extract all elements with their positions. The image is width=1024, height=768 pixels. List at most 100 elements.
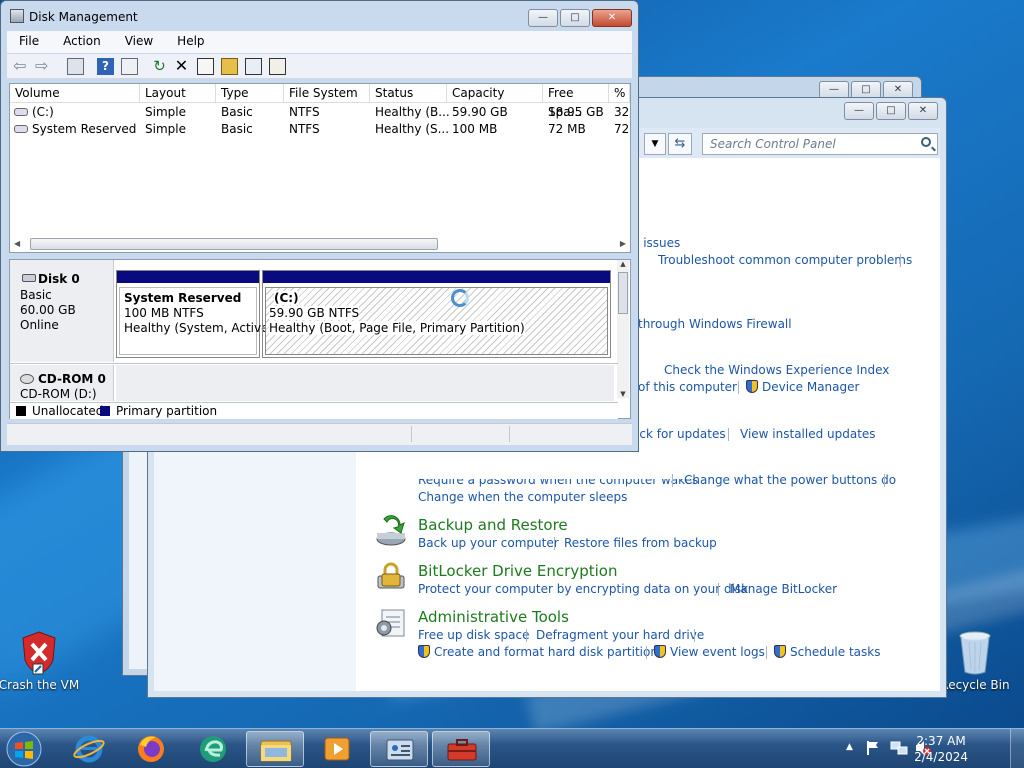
search-icon[interactable] xyxy=(921,137,931,147)
link-create-partitions[interactable]: Create and format hard disk partitions xyxy=(418,645,664,659)
scroll-down-icon[interactable]: ▼ xyxy=(617,390,629,398)
link-password-wakes[interactable]: Require a password when the computer wak… xyxy=(418,479,698,487)
forward-icon[interactable]: ⇨ xyxy=(35,58,52,75)
link-defragment[interactable]: Defragment your hard drive xyxy=(536,628,704,642)
link-schedule-tasks[interactable]: Schedule tasks xyxy=(774,645,880,659)
show-desktop-button[interactable] xyxy=(1010,729,1024,768)
column-header-percent-free[interactable]: % F xyxy=(609,84,630,103)
scrollbar-thumb[interactable] xyxy=(30,238,438,250)
clock-date: 2/4/2024 xyxy=(914,750,968,764)
link-free-up-disk[interactable]: Free up disk space xyxy=(418,628,530,642)
link-back-up[interactable]: Back up your computer xyxy=(418,536,559,550)
link-protect-computer[interactable]: Protect your computer by encrypting data… xyxy=(418,582,748,596)
desktop-icon-crash-vm[interactable]: Crash the VM xyxy=(0,630,80,692)
column-header-volume[interactable]: Volume xyxy=(10,84,140,103)
link-issues[interactable]: e issues xyxy=(632,236,680,250)
link-experience-index[interactable]: Check the Windows Experience Index xyxy=(664,363,889,377)
bitlocker-icon xyxy=(374,560,408,594)
uac-shield-icon xyxy=(654,645,666,658)
firefox-icon xyxy=(138,736,164,762)
network-icon[interactable] xyxy=(890,740,908,756)
link-sleep[interactable]: Change when the computer sleeps xyxy=(418,490,627,504)
properties-page-icon[interactable] xyxy=(197,58,214,75)
column-header-free-space[interactable]: Free Spa... xyxy=(543,84,609,119)
taskbar-control-panel[interactable] xyxy=(370,731,428,767)
taskbar-media-player[interactable] xyxy=(308,731,366,767)
horizontal-scrollbar[interactable]: ◀ ▶ xyxy=(14,237,626,251)
disk-management-window[interactable]: Disk Management — □ ✕ File Action View H… xyxy=(0,0,639,452)
taskbar-computer-management[interactable] xyxy=(432,731,490,767)
link-troubleshoot[interactable]: Troubleshoot common computer problems xyxy=(658,253,912,267)
cdrom-0-label[interactable]: CD-ROM 0 CD-ROM (D:) xyxy=(10,365,114,401)
menu-view[interactable]: View xyxy=(113,31,165,53)
folder-icon xyxy=(260,740,292,762)
partition-system-reserved[interactable]: System Reserved 100 MB NTFS Healthy (Sys… xyxy=(116,270,272,358)
link-firewall[interactable]: through Windows Firewall xyxy=(638,317,792,331)
link-manage-bitlocker[interactable]: Manage BitLocker xyxy=(730,582,837,596)
link-view-updates[interactable]: View installed updates xyxy=(740,427,876,441)
search-input[interactable]: Search Control Panel xyxy=(702,133,938,155)
taskbar: ▲ 2:37 AM 2/4/2024 xyxy=(0,728,1024,768)
properties-icon[interactable] xyxy=(121,58,138,75)
vertical-scrollbar[interactable]: ▲ ▼ xyxy=(617,260,629,398)
column-header-layout[interactable]: Layout xyxy=(140,84,216,103)
open-folder-icon[interactable] xyxy=(221,58,238,75)
column-header-file-system[interactable]: File System xyxy=(284,84,370,103)
back-icon[interactable]: ⇦ xyxy=(13,58,30,75)
delete-icon[interactable]: ✕ xyxy=(173,58,190,75)
uac-shield-icon xyxy=(418,645,430,658)
settings-icon[interactable] xyxy=(269,58,286,75)
menu-help[interactable]: Help xyxy=(165,31,216,53)
address-dropdown-button[interactable]: ▼ xyxy=(644,133,666,155)
maximize-button[interactable]: □ xyxy=(876,102,906,120)
column-header-type[interactable]: Type xyxy=(216,84,284,103)
taskbar-firefox[interactable] xyxy=(122,731,180,767)
taskbar-edge[interactable] xyxy=(184,731,242,767)
scroll-right-icon[interactable]: ▶ xyxy=(620,239,626,248)
section-title-bitlocker[interactable]: BitLocker Drive Encryption xyxy=(418,562,617,580)
link-device-manager[interactable]: Device Manager xyxy=(746,380,859,394)
help-icon[interactable]: ? xyxy=(97,58,114,75)
menu-action[interactable]: Action xyxy=(51,31,113,53)
drive-icon xyxy=(14,125,28,133)
taskbar-internet-explorer[interactable] xyxy=(60,731,118,767)
action-center-flag-icon[interactable] xyxy=(866,740,880,756)
busy-cursor-icon xyxy=(451,289,469,307)
scrollbar-thumb[interactable] xyxy=(618,272,628,314)
section-title-admin-tools[interactable]: Administrative Tools xyxy=(418,608,569,626)
legend-unallocated-swatch xyxy=(16,406,26,416)
start-button[interactable] xyxy=(4,730,44,768)
partition-c-drive[interactable]: (C:) 59.90 GB NTFS Healthy (Boot, Page F… xyxy=(262,270,611,358)
system-clock[interactable]: 2:37 AM 2/4/2024 xyxy=(914,733,968,765)
disk-0-label[interactable]: Disk 0 Basic 60.00 GB Online xyxy=(10,260,114,362)
show-hidden-icons-icon[interactable]: ▲ xyxy=(846,742,853,752)
media-player-icon xyxy=(324,737,350,761)
minimize-button[interactable]: — xyxy=(528,9,558,27)
maximize-button[interactable]: □ xyxy=(560,9,590,27)
disk-graphical-view: Disk 0 Basic 60.00 GB Online System Rese… xyxy=(9,259,631,419)
link-check-updates[interactable]: eck for updates xyxy=(632,427,726,441)
toolbar: ⇦ ⇨ ? ↻ ✕ xyxy=(7,54,632,79)
menu-file[interactable]: File xyxy=(7,31,51,53)
internet-explorer-icon xyxy=(73,735,105,763)
taskbar-windows-explorer[interactable] xyxy=(246,731,304,767)
close-button[interactable]: ✕ xyxy=(908,102,938,120)
window-controls: — □ ✕ xyxy=(844,102,938,120)
show-hide-console-tree-icon[interactable] xyxy=(67,58,84,75)
link-power-buttons[interactable]: Change what the power buttons do xyxy=(684,473,896,487)
scroll-left-icon[interactable]: ◀ xyxy=(14,239,20,248)
control-panel-icon xyxy=(386,739,414,761)
link-this-computer[interactable]: of this computer xyxy=(638,380,737,394)
link-view-event-logs[interactable]: View event logs xyxy=(654,645,765,659)
link-restore[interactable]: Restore files from backup xyxy=(564,536,717,550)
section-title-backup[interactable]: Backup and Restore xyxy=(418,516,568,534)
close-button[interactable]: ✕ xyxy=(592,9,632,27)
column-header-capacity[interactable]: Capacity xyxy=(447,84,543,103)
refresh-icon[interactable]: ↻ xyxy=(151,58,168,75)
scroll-up-icon[interactable]: ▲ xyxy=(617,260,629,268)
column-header-status[interactable]: Status xyxy=(370,84,447,103)
minimize-button[interactable]: — xyxy=(844,102,874,120)
rescan-disks-icon[interactable] xyxy=(245,58,262,75)
drive-icon xyxy=(14,108,28,116)
refresh-icon[interactable]: ⇆ xyxy=(668,133,692,155)
